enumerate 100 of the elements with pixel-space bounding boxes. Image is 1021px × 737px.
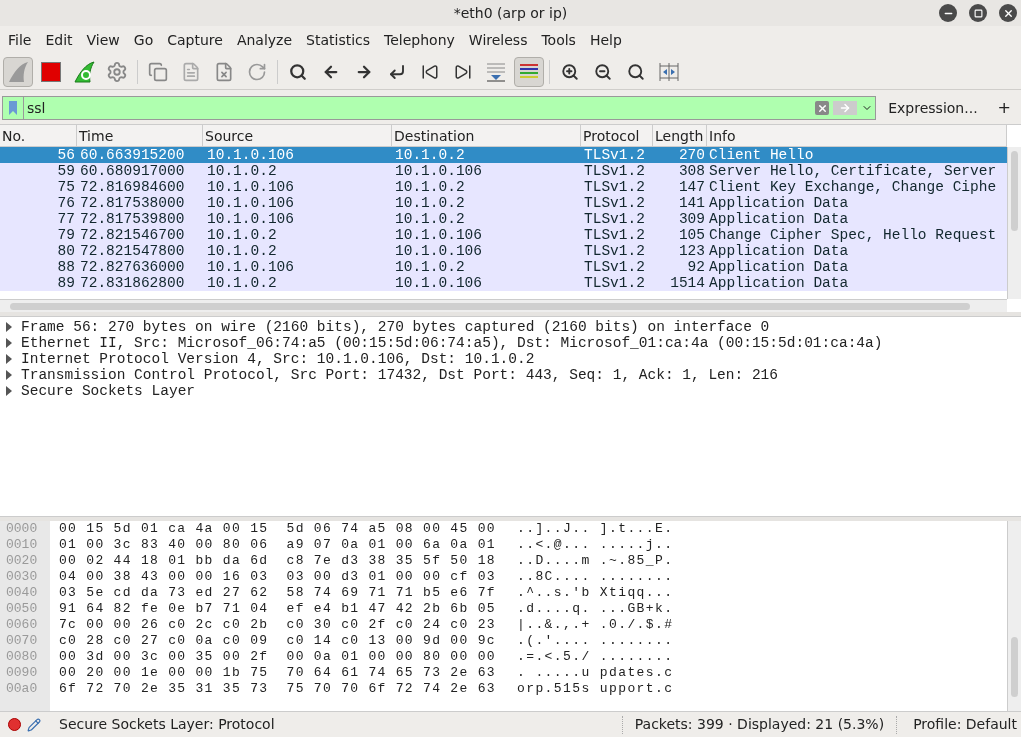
ascii-text: .^..s.'b Xtiqq... bbox=[516, 585, 674, 601]
table-cell-text: 10.1.0.2 bbox=[206, 275, 278, 291]
menu-item[interactable]: Telephony bbox=[377, 29, 462, 51]
window-title: *eth0 (arp or ip) bbox=[453, 3, 568, 23]
column-header[interactable]: Destination bbox=[392, 125, 581, 146]
column-header[interactable]: Source bbox=[203, 125, 392, 146]
table-cell-text: TLSv1.2 bbox=[583, 227, 646, 243]
table-cell-text: TLSv1.2 bbox=[583, 211, 646, 227]
offset-cell: 0080 bbox=[0, 649, 50, 665]
table-cell-text: 10.1.0.2 bbox=[394, 211, 466, 227]
tree-item[interactable]: Internet Protocol Version 4, Src: 10.1.0.106, Dst: 10.1.0.2 bbox=[19, 351, 535, 367]
table-cell-text: 10.1.0.2 bbox=[206, 227, 278, 243]
table-cell-text: 10.1.0.2 bbox=[206, 163, 278, 179]
close-icon bbox=[1002, 7, 1014, 19]
colorize-icon[interactable] bbox=[514, 56, 544, 87]
minimize-button[interactable] bbox=[939, 4, 957, 22]
menu-item[interactable]: Edit bbox=[38, 29, 80, 51]
vertical-scrollbar[interactable] bbox=[1007, 521, 1021, 711]
table-cell-text: 88 bbox=[56, 259, 76, 275]
hex-bytes: 91 64 82 fe 0e b7 71 04 ef e4 b1 47 42 2b 6b 05 bbox=[58, 601, 497, 617]
table-cell-text: 10.1.0.106 bbox=[206, 259, 295, 275]
column-header[interactable]: Info bbox=[707, 125, 1007, 146]
edit-icon[interactable] bbox=[27, 717, 41, 732]
packet-row[interactable]: 56 60.663915200 10.1.0.106 10.1.0.2 TLSv1.2 270 Client Hello bbox=[0, 147, 1007, 163]
expander-icon[interactable] bbox=[6, 322, 13, 332]
column-header[interactable]: Protocol bbox=[581, 125, 653, 146]
table-cell-text: 72.821546700 bbox=[79, 227, 186, 243]
packet-row[interactable]: 79 72.821546700 10.1.0.2 10.1.0.106 TLSv1.2 105 Change Cipher Spec, Hello Request bbox=[0, 227, 1007, 243]
ascii-text: .=.<.5./ ........ bbox=[516, 649, 674, 665]
packet-row[interactable]: 88 72.827636000 10.1.0.106 10.1.0.2 TLSv1.2 92 Application Data bbox=[0, 259, 1007, 275]
hex-bytes: 04 00 38 43 00 00 16 03 03 00 d3 01 00 00 cf 03 bbox=[58, 569, 497, 585]
offset-cell: 0070 bbox=[0, 633, 50, 649]
table-cell-text: Client Key Exchange, Change Ciphe bbox=[708, 179, 998, 195]
status-message: Secure Sockets Layer: Protocol bbox=[59, 715, 276, 734]
tree-item[interactable]: Secure Sockets Layer bbox=[19, 383, 196, 399]
hex-bytes: 00 20 00 1e 00 00 1b 75 70 64 61 74 65 73 2e 63 bbox=[58, 665, 497, 681]
menu-item[interactable]: File bbox=[1, 29, 39, 51]
expander-icon[interactable] bbox=[6, 354, 13, 364]
table-cell-text: 72.817538000 bbox=[79, 195, 186, 211]
table-cell-text: 72.816984600 bbox=[79, 179, 186, 195]
column-header[interactable]: Time bbox=[77, 125, 203, 146]
table-cell-text: TLSv1.2 bbox=[583, 275, 646, 291]
menu-item[interactable]: Wireless bbox=[461, 29, 535, 51]
table-cell-text: 89 bbox=[56, 275, 76, 291]
table-cell-text: 72.821547800 bbox=[79, 243, 186, 259]
table-cell-text: Application Data bbox=[708, 259, 850, 275]
packet-row[interactable]: 80 72.821547800 10.1.0.2 10.1.0.106 TLSv1.2 123 Application Data bbox=[0, 243, 1007, 259]
hex-bytes: 00 02 44 18 01 bb da 6d c8 7e d3 38 35 5f 50 18 bbox=[58, 553, 497, 569]
maximize-button[interactable] bbox=[969, 4, 987, 22]
offset-cell: 00a0 bbox=[0, 681, 50, 697]
profile-label[interactable]: Profile: Default bbox=[897, 714, 1021, 735]
packet-row[interactable]: 76 72.817538000 10.1.0.106 10.1.0.2 TLSv1.2 141 Application Data bbox=[0, 195, 1007, 211]
packet-row[interactable]: 59 60.680917000 10.1.0.2 10.1.0.106 TLSv1.2 308 Server Hello, Certificate, Server bbox=[0, 163, 1007, 179]
expression-button[interactable]: Expression... bbox=[882, 97, 984, 119]
tree-item[interactable]: Transmission Control Protocol, Src Port: 17432, Dst Port: 443, Seq: 1, Ack: 1, Len: 216 bbox=[19, 367, 779, 383]
ascii-text: .(.'.... ........ bbox=[516, 633, 674, 649]
table-cell-text: TLSv1.2 bbox=[583, 259, 646, 275]
display-filter-input[interactable]: ssl bbox=[24, 97, 814, 119]
menu-item[interactable]: Capture bbox=[160, 29, 230, 51]
horizontal-scrollbar[interactable] bbox=[0, 299, 1007, 312]
offset-cell: 0060 bbox=[0, 617, 50, 633]
packet-row[interactable]: 75 72.816984600 10.1.0.106 10.1.0.2 TLSv1.2 147 Client Key Exchange, Change Ciphe bbox=[0, 179, 1007, 195]
menu-item[interactable]: Help bbox=[582, 29, 629, 51]
close-button[interactable] bbox=[999, 4, 1017, 22]
clear-icon[interactable] bbox=[815, 101, 830, 115]
table-cell-text: 309 bbox=[677, 211, 706, 227]
display-filter-field[interactable]: ssl bbox=[2, 96, 877, 120]
table-cell-text: Application Data bbox=[708, 275, 850, 291]
hex-bytes: 01 00 3c 83 40 00 80 06 a9 07 0a 01 00 6a 0a 01 bbox=[58, 537, 497, 553]
tree-item[interactable]: Ethernet II, Src: Microsof_06:74:a5 (00:15:5d:06:74:a5), Dst: Microsof_01:ca:4a (00:15:5d:01:ca:4a) bbox=[19, 335, 883, 351]
record-icon[interactable] bbox=[8, 718, 21, 731]
table-cell-text: 141 bbox=[677, 195, 706, 211]
packet-row[interactable]: 89 72.831862800 10.1.0.2 10.1.0.106 TLSv1.2 1514 Application Data bbox=[0, 275, 1007, 291]
expander-icon[interactable] bbox=[6, 386, 13, 396]
table-cell-text: 270 bbox=[677, 147, 706, 163]
column-header[interactable]: Length bbox=[653, 125, 707, 146]
menu-item[interactable]: Tools bbox=[534, 29, 583, 51]
table-cell-text: 10.1.0.106 bbox=[206, 179, 295, 195]
menu-item[interactable]: View bbox=[79, 29, 127, 51]
hex-bytes: 00 3d 00 3c 00 35 00 2f 00 0a 01 00 00 80 00 00 bbox=[58, 649, 497, 665]
hex-bytes: c0 28 c0 27 c0 0a c0 09 c0 14 c0 13 00 9d 00 9c bbox=[58, 633, 497, 649]
table-cell-text: 10.1.0.106 bbox=[394, 243, 483, 259]
table-cell-text: Application Data bbox=[708, 243, 850, 259]
menu-item[interactable]: Statistics bbox=[299, 29, 378, 51]
table-cell-text: 80 bbox=[56, 243, 76, 259]
vertical-scrollbar[interactable] bbox=[1007, 147, 1021, 300]
table-cell-text: 59 bbox=[56, 163, 76, 179]
table-cell-text: 60.680917000 bbox=[79, 163, 186, 179]
expander-icon[interactable] bbox=[6, 370, 13, 380]
add-button[interactable]: + bbox=[989, 96, 1019, 120]
tree-item[interactable]: Frame 56: 270 bytes on wire (2160 bits), 270 bytes captured (2160 bits) on interface 0 bbox=[19, 319, 770, 335]
table-cell-text: 10.1.0.2 bbox=[394, 147, 466, 163]
offset-cell: 0030 bbox=[0, 569, 50, 585]
menu-item[interactable]: Go bbox=[126, 29, 161, 51]
expander-icon[interactable] bbox=[6, 338, 13, 348]
column-header[interactable]: No. bbox=[0, 125, 77, 146]
hex-bytes: 00 15 5d 01 ca 4a 00 15 5d 06 74 a5 08 00 45 00 bbox=[58, 521, 497, 537]
menu-item[interactable]: Analyze bbox=[229, 29, 300, 51]
packet-row[interactable]: 77 72.817539800 10.1.0.106 10.1.0.2 TLSv1.2 309 Application Data bbox=[0, 211, 1007, 227]
offset-cell: 0000 bbox=[0, 521, 50, 537]
